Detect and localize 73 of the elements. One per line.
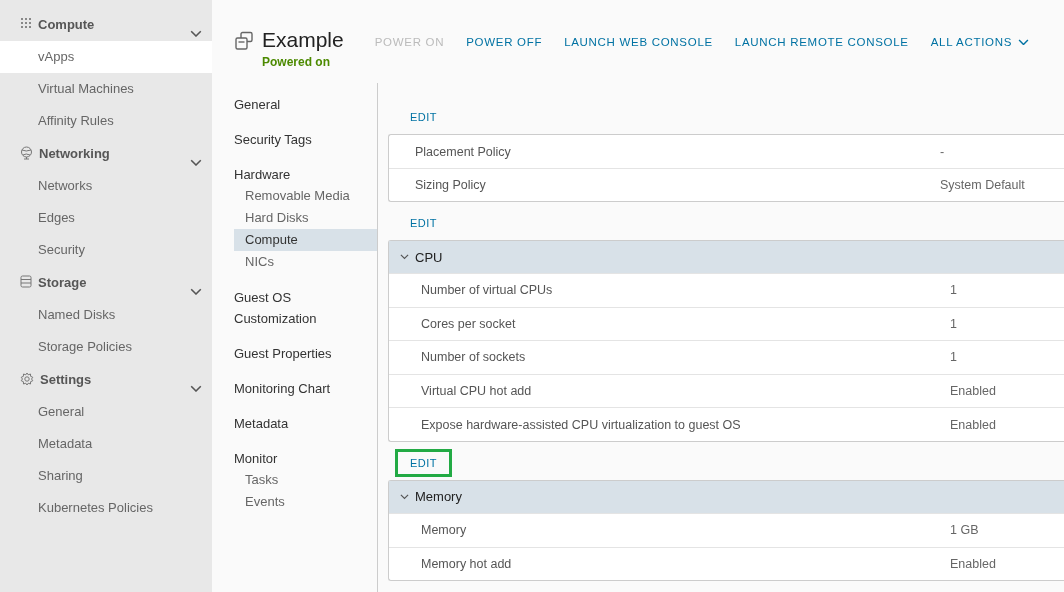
chevron-icon — [400, 494, 409, 500]
chevron-icon[interactable] — [190, 30, 202, 38]
sidebar-item[interactable]: Affinity Rules — [0, 105, 212, 137]
nav-item[interactable]: Security Tags — [234, 129, 349, 150]
power-status: Powered on — [262, 55, 331, 69]
nav-item[interactable]: Removable Media — [234, 185, 377, 207]
nav-item[interactable]: General — [234, 94, 349, 115]
nav-item[interactable]: NICs — [234, 251, 377, 273]
group-header[interactable]: Memory — [389, 480, 1064, 513]
section-title[interactable]: Compute — [38, 17, 95, 32]
sidebar-item[interactable]: Metadata — [0, 428, 212, 460]
vm-title: Example — [262, 28, 344, 52]
edit-button[interactable]: EDIT — [395, 103, 453, 131]
property-value: Enabled — [950, 417, 996, 432]
sidebar-item[interactable]: vApps — [0, 41, 212, 73]
sidebar-item[interactable]: Networks — [0, 170, 212, 202]
property-label: Memory — [421, 523, 468, 538]
sidebar-item[interactable]: Kubernetes Policies — [0, 492, 212, 524]
sidebar-item[interactable]: Security — [0, 234, 212, 266]
sidebar-item[interactable]: Storage Policies — [0, 331, 212, 363]
property-value: 1 — [950, 283, 957, 298]
sidebar-item[interactable]: Edges — [0, 202, 212, 234]
nav-item[interactable]: Guest Properties — [234, 343, 349, 364]
edit-button[interactable]: EDIT — [395, 209, 453, 237]
sidebar-item[interactable]: Named Disks — [0, 299, 212, 331]
nav-item[interactable]: Tasks — [234, 469, 377, 491]
property-value: 1 GB — [950, 523, 979, 538]
settings-icon — [20, 372, 34, 386]
property-value: 1 — [950, 316, 957, 331]
property-value: Enabled — [950, 384, 996, 399]
chevron-icon[interactable] — [190, 159, 202, 167]
nav-item[interactable]: Guest OS Customization — [234, 287, 349, 329]
group-header[interactable]: CPU — [389, 241, 1064, 273]
action-link[interactable]: LAUNCH WEB CONSOLE — [564, 36, 713, 48]
sidebar-item[interactable]: Sharing — [0, 460, 212, 492]
nav-item[interactable]: Compute — [234, 229, 377, 251]
chevron-icon[interactable] — [190, 385, 202, 393]
nav-item[interactable]: Monitoring Chart — [234, 378, 349, 399]
nav-item[interactable]: Hard Disks — [234, 207, 377, 229]
nav-item[interactable]: Events — [234, 491, 377, 513]
property-value: - — [940, 144, 945, 159]
property-value: 1 — [950, 350, 957, 365]
property-label: Number of virtual CPUs — [421, 283, 554, 298]
chevron-icon[interactable] — [190, 288, 202, 296]
database-icon — [20, 275, 32, 288]
property-value: System Default — [940, 178, 1025, 192]
property-label: Placement Policy — [415, 144, 512, 159]
property-label: Expose hardware-assisted CPU virtualization to guest OS — [421, 417, 742, 432]
property-label: Virtual CPU hot add — [421, 384, 533, 399]
nav-item[interactable]: Metadata — [234, 413, 349, 434]
nav-item[interactable]: Hardware — [234, 164, 349, 185]
chevron-icon — [400, 254, 409, 260]
action-link[interactable]: LAUNCH REMOTE CONSOLE — [734, 36, 909, 48]
property-label: Sizing Policy — [415, 178, 487, 192]
section-title[interactable]: Storage — [38, 275, 87, 290]
group-title: Memory — [415, 489, 462, 505]
property-label: Memory hot add — [421, 556, 513, 571]
nav-item[interactable]: Monitor — [234, 448, 349, 469]
property-value: Enabled — [950, 556, 996, 571]
sidebar-item[interactable]: Virtual Machines — [0, 73, 212, 105]
section-title[interactable]: Networking — [39, 146, 110, 161]
property-label: Number of sockets — [421, 350, 527, 365]
caret-icon — [1018, 38, 1030, 46]
globe-icon — [20, 146, 33, 160]
property-label: Cores per socket — [421, 316, 517, 331]
action-link[interactable]: POWER OFF — [466, 36, 543, 48]
section-title[interactable]: Settings — [40, 372, 92, 387]
vm-icon — [234, 31, 254, 51]
action-link[interactable]: ALL ACTIONS — [930, 36, 1030, 48]
edit-button[interactable]: EDIT — [395, 448, 453, 477]
grid-icon — [20, 17, 32, 29]
sidebar-item[interactable]: General — [0, 396, 212, 428]
group-title: CPU — [415, 249, 443, 265]
